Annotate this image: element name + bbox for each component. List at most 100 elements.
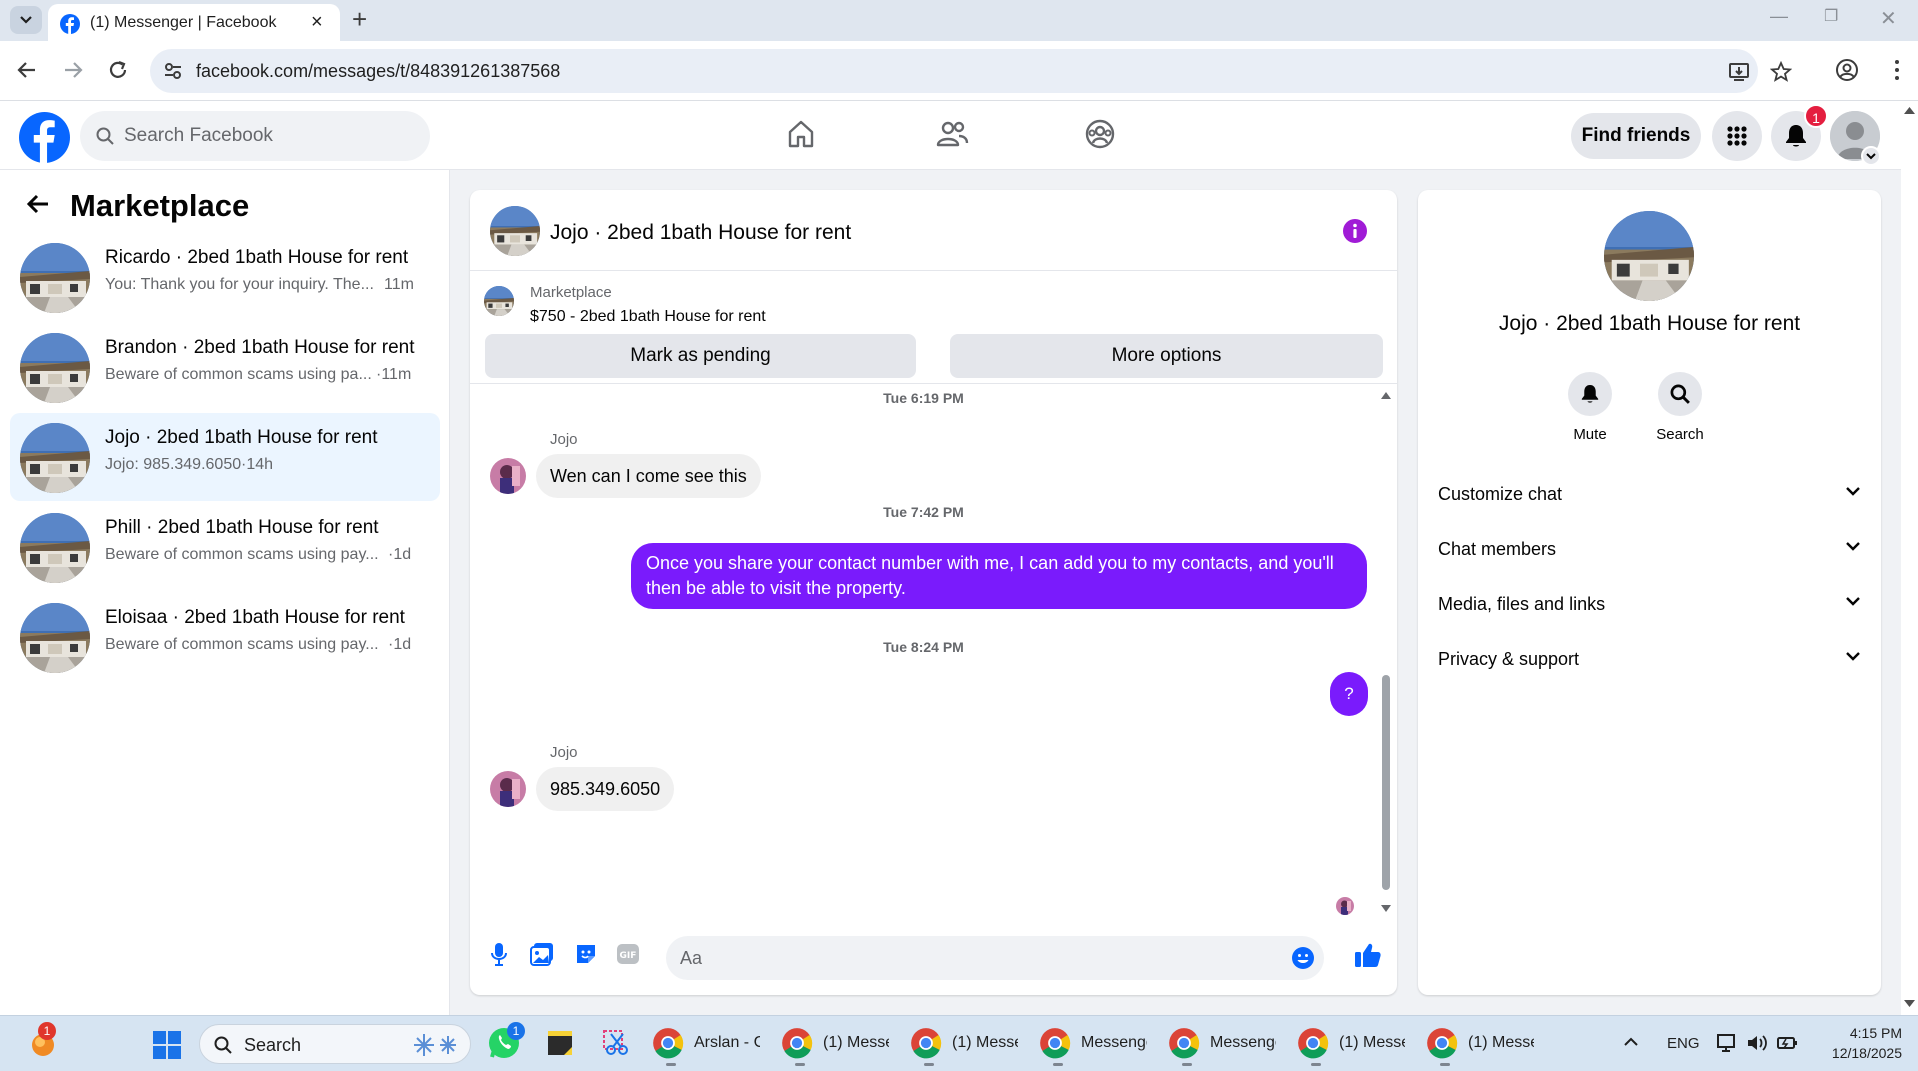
chat-thumbnail[interactable] xyxy=(490,206,540,256)
outgoing-message[interactable]: Once you share your contact number with … xyxy=(631,543,1367,609)
taskbar-app-chrome[interactable]: (1) Messe xyxy=(781,1025,893,1066)
chat-title[interactable]: Jojo · 2bed 1bath House for rent xyxy=(550,221,851,245)
browser-tab[interactable]: (1) Messenger | Facebook × xyxy=(48,4,340,41)
chevron-down-icon xyxy=(1846,542,1860,551)
minimize-icon[interactable]: — xyxy=(1770,6,1788,27)
browser-menu-icon[interactable] xyxy=(1885,58,1909,82)
search-in-conversation-button[interactable]: Search xyxy=(1640,372,1720,443)
scroll-down-icon[interactable] xyxy=(1381,905,1391,913)
restore-icon[interactable]: ❐ xyxy=(1824,6,1838,26)
volume-icon[interactable] xyxy=(1746,1033,1768,1053)
outgoing-message[interactable]: ? xyxy=(1330,672,1368,716)
window-close-icon[interactable]: ✕ xyxy=(1880,6,1897,31)
sticky-notes-icon[interactable] xyxy=(547,1030,573,1056)
taskbar-app-chrome[interactable]: Messenge xyxy=(1039,1025,1151,1066)
back-arrow-icon[interactable] xyxy=(26,193,50,215)
sender-avatar[interactable] xyxy=(490,458,526,494)
customize-chat-row[interactable]: Customize chat xyxy=(1438,474,1861,514)
menu-button[interactable] xyxy=(1712,111,1762,161)
language-indicator[interactable]: ENG xyxy=(1667,1035,1700,1052)
chat-panel: Jojo · 2bed 1bath House for rent Marketp… xyxy=(470,190,1397,995)
gif-icon[interactable]: GIF xyxy=(616,942,640,966)
message-input[interactable]: Aa xyxy=(666,936,1324,980)
taskbar-app-chrome[interactable]: (1) Messe xyxy=(910,1025,1022,1066)
conversation-time: ·14h xyxy=(241,456,274,473)
scroll-thumb[interactable] xyxy=(1382,675,1390,890)
section-label: Chat members xyxy=(1438,539,1557,559)
incoming-message[interactable]: 985.349.6050 xyxy=(536,767,675,811)
scroll-up-icon[interactable] xyxy=(1381,391,1391,399)
photo-icon[interactable] xyxy=(530,942,554,966)
message-timestamp: Tue 6:19 PM xyxy=(883,390,964,406)
emoji-icon[interactable] xyxy=(1291,946,1315,970)
chevron-up-icon[interactable] xyxy=(1623,1037,1639,1047)
battery-icon[interactable] xyxy=(1776,1034,1798,1052)
scroll-down-icon[interactable] xyxy=(1904,1000,1915,1008)
sender-avatar[interactable] xyxy=(490,771,526,807)
url-text: facebook.com/messages/t/848391261387568 xyxy=(196,61,561,81)
facebook-logo-icon[interactable] xyxy=(19,112,70,163)
privacy-support-row[interactable]: Privacy & support xyxy=(1438,639,1861,679)
profile-icon[interactable] xyxy=(1835,58,1859,82)
conversation-list-panel: Marketplace Ricardo · 2bed 1bath House f… xyxy=(0,170,450,1015)
taskbar-app-chrome[interactable]: Messenge xyxy=(1168,1025,1280,1066)
account-chevron[interactable] xyxy=(1861,146,1881,166)
conversation-item-active[interactable]: Jojo · 2bed 1bath House for rent Jojo: 9… xyxy=(10,413,440,501)
more-options-button[interactable]: More options xyxy=(950,334,1383,378)
home-icon[interactable] xyxy=(785,118,817,150)
page-scrollbar[interactable] xyxy=(1901,102,1918,1015)
site-info-icon[interactable] xyxy=(164,62,182,80)
chat-members-row[interactable]: Chat members xyxy=(1438,529,1861,569)
facebook-search-input[interactable]: Search Facebook xyxy=(80,111,430,161)
windows-start-icon[interactable] xyxy=(152,1030,182,1060)
tab-list-button[interactable] xyxy=(10,6,42,34)
back-icon[interactable] xyxy=(16,59,38,81)
friends-icon[interactable] xyxy=(935,118,969,150)
whatsapp-app[interactable]: 1 xyxy=(487,1022,525,1060)
conversation-name: Eloisaa · 2bed 1bath House for rent xyxy=(105,607,405,628)
conversation-item[interactable]: Brandon · 2bed 1bath House for rent Bewa… xyxy=(10,323,440,411)
info-icon[interactable] xyxy=(1342,218,1368,244)
thumbs-up-icon[interactable] xyxy=(1354,942,1382,968)
reload-icon[interactable] xyxy=(107,59,129,81)
listing-thumbnail xyxy=(20,243,90,313)
incoming-message[interactable]: Wen can I come see this xyxy=(536,454,761,498)
snipping-tool-icon[interactable] xyxy=(601,1028,631,1058)
sticker-icon[interactable] xyxy=(574,942,598,966)
taskbar-app-label: (1) Messe xyxy=(1468,1034,1534,1051)
chat-header: Jojo · 2bed 1bath House for rent xyxy=(470,190,1397,271)
widgets-button[interactable]: 1 xyxy=(28,1022,58,1058)
panel-title: Marketplace xyxy=(70,188,250,223)
conversation-item[interactable]: Ricardo · 2bed 1bath House for rent You:… xyxy=(10,233,440,321)
groups-icon[interactable] xyxy=(1084,118,1116,150)
chat-details-panel: Jojo · 2bed 1bath House for rent Mute Se… xyxy=(1418,190,1881,995)
taskbar-app-label: (1) Messe xyxy=(823,1034,889,1051)
forward-icon[interactable] xyxy=(62,59,84,81)
media-files-links-row[interactable]: Media, files and links xyxy=(1438,584,1861,624)
conversation-item[interactable]: Eloisaa · 2bed 1bath House for rent Bewa… xyxy=(10,593,440,681)
clock-time[interactable]: 4:15 PM xyxy=(1818,1025,1902,1041)
mark-as-pending-button[interactable]: Mark as pending xyxy=(485,334,916,378)
find-friends-button[interactable]: Find friends xyxy=(1571,113,1701,159)
taskbar-app-chrome[interactable]: (1) Messe xyxy=(1426,1025,1538,1066)
listing-price-title[interactable]: $750 - 2bed 1bath House for rent xyxy=(530,308,766,326)
bookmark-star-icon[interactable] xyxy=(1770,61,1792,83)
install-app-icon[interactable] xyxy=(1728,61,1750,83)
address-bar[interactable]: facebook.com/messages/t/848391261387568 xyxy=(150,49,1792,93)
mute-button[interactable]: Mute xyxy=(1550,372,1630,443)
tab-title: (1) Messenger | Facebook xyxy=(90,14,277,31)
scroll-up-icon[interactable] xyxy=(1904,106,1915,114)
microphone-icon[interactable] xyxy=(490,942,508,966)
chat-avatar xyxy=(1604,211,1694,301)
clock-date[interactable]: 12/18/2025 xyxy=(1800,1045,1902,1061)
taskbar-app-chrome[interactable]: (1) Messe xyxy=(1297,1025,1409,1066)
details-title: Jojo · 2bed 1bath House for rent xyxy=(1498,312,1801,335)
network-icon[interactable] xyxy=(1716,1033,1738,1053)
running-indicator xyxy=(795,1063,805,1066)
conversation-item[interactable]: Phill · 2bed 1bath House for rent Beware… xyxy=(10,503,440,591)
close-tab-icon[interactable]: × xyxy=(311,12,323,32)
bell-icon xyxy=(1786,125,1806,147)
taskbar-app-chrome[interactable]: Arslan - G xyxy=(652,1025,764,1066)
taskbar-search[interactable]: Search xyxy=(199,1024,471,1064)
new-tab-icon[interactable]: + xyxy=(352,4,367,35)
